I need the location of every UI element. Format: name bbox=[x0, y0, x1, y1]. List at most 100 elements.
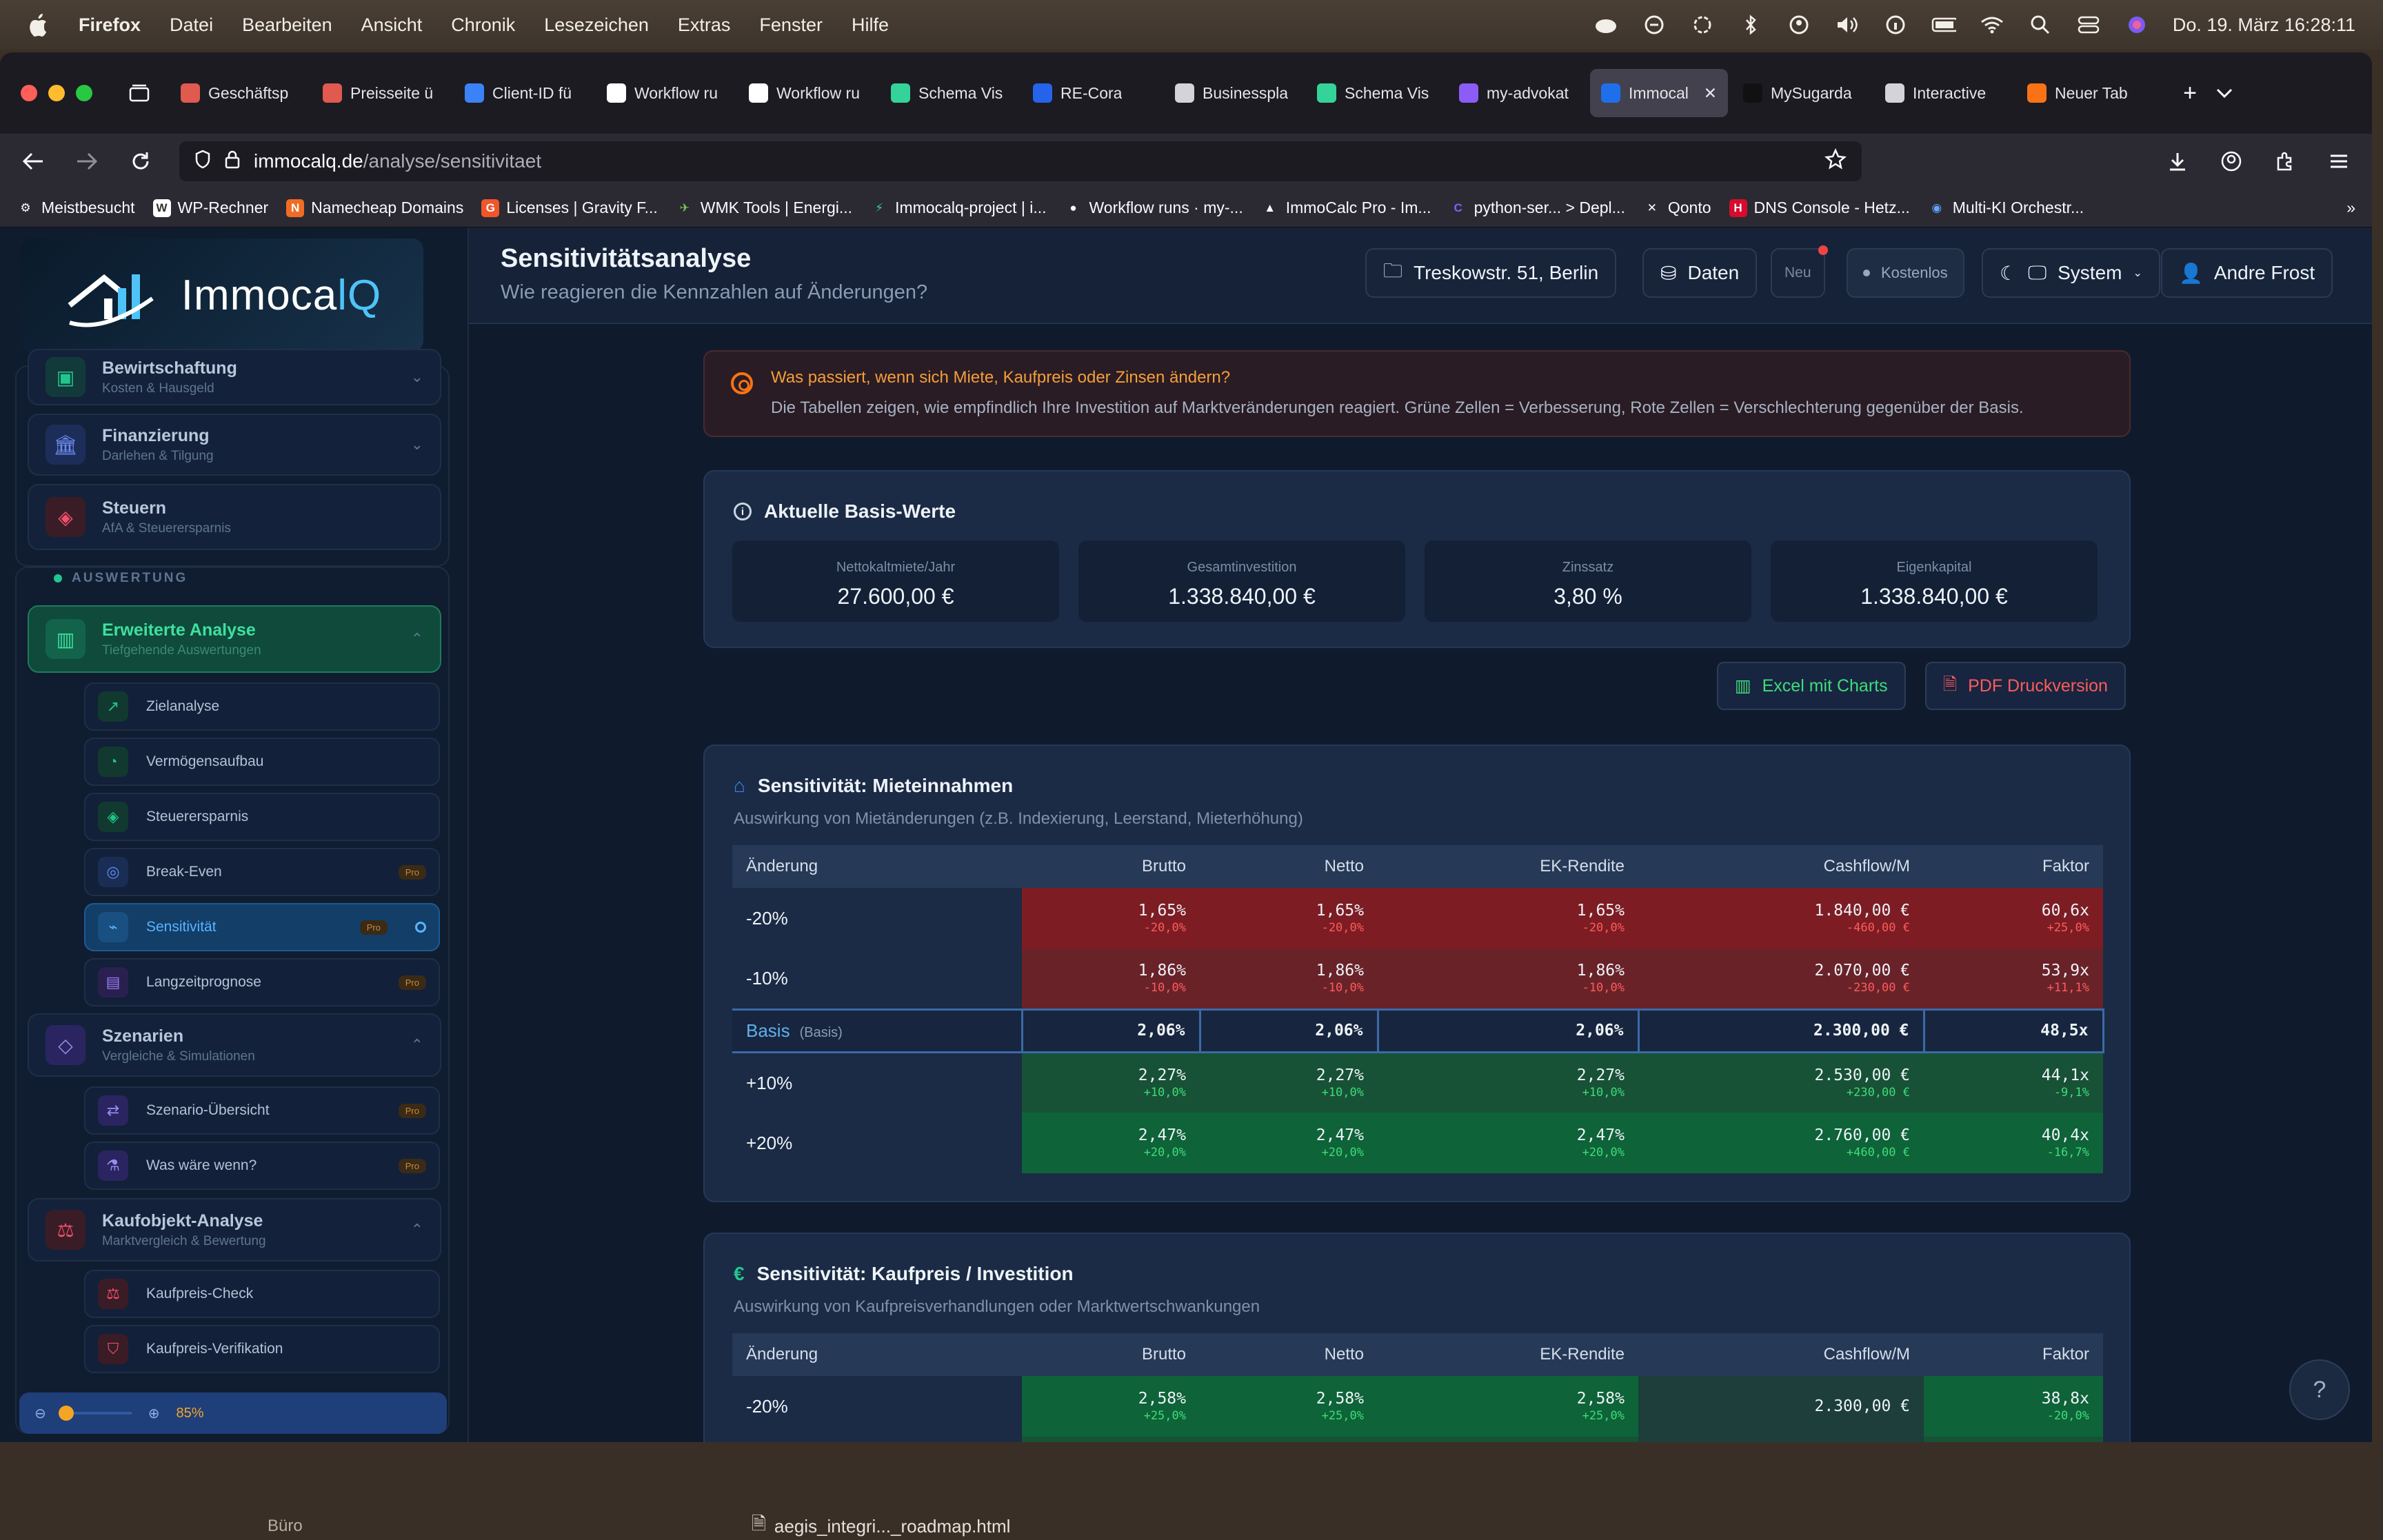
browser-tab[interactable]: Schema Vis bbox=[880, 69, 1018, 117]
hamburger-menu-icon[interactable] bbox=[2324, 146, 2354, 176]
theme-selector-button[interactable]: ☾ 🖵 System ⌄ bbox=[1982, 248, 2160, 298]
sidebar-sub-langzeitprognose[interactable]: ▤ Langzeitprognose Pro bbox=[84, 958, 440, 1006]
extensions-icon[interactable] bbox=[2270, 146, 2300, 176]
browser-tab[interactable]: Immocal ✕ bbox=[1590, 69, 1728, 117]
vpn-icon[interactable] bbox=[1642, 14, 1667, 36]
sidebar-item-kaufobjekt-analyse[interactable]: ⚖ Kaufobjekt-Analyse Marktvergleich & Bew… bbox=[28, 1198, 441, 1262]
back-arrow-icon[interactable] bbox=[18, 146, 48, 176]
reload-icon[interactable] bbox=[125, 146, 156, 176]
cloud-icon[interactable] bbox=[1593, 14, 1618, 36]
daten-button[interactable]: ⛁ Daten bbox=[1642, 248, 1758, 298]
plan-badge[interactable]: Kostenlos bbox=[1847, 248, 1964, 298]
openai-icon[interactable] bbox=[1690, 14, 1715, 36]
sidebar-item-szenarien[interactable]: ◇ Szenarien Vergleiche & Simulationen ⌃ bbox=[28, 1013, 441, 1077]
close-window-button[interactable] bbox=[21, 85, 37, 101]
wifi-icon[interactable] bbox=[1980, 14, 2004, 36]
bookmark-gravity[interactable]: G Licenses | Gravity F... bbox=[481, 199, 658, 217]
bookmark-wmk[interactable]: ✈ WMK Tools | Energi... bbox=[676, 199, 852, 217]
sidebar-sub-kaufpreis-verifikation[interactable]: ⛉ Kaufpreis-Verifikation bbox=[84, 1325, 440, 1373]
browser-tab[interactable]: Geschäftsp bbox=[170, 69, 308, 117]
bluetooth-icon[interactable] bbox=[1738, 14, 1763, 36]
control-center-icon[interactable] bbox=[2076, 14, 2101, 36]
zoom-slider[interactable] bbox=[58, 1406, 132, 1421]
close-tab-icon[interactable]: ✕ bbox=[1704, 84, 1717, 103]
url-bar[interactable]: immocalq.de/analyse/sensitivitaet bbox=[179, 141, 1862, 181]
new-tab-plus-icon[interactable]: + bbox=[2175, 78, 2205, 108]
zoom-window-button[interactable] bbox=[76, 85, 92, 101]
account-icon[interactable] bbox=[2216, 146, 2246, 176]
info-circle-icon[interactable] bbox=[1883, 14, 1908, 36]
browser-tab[interactable]: MySugarda bbox=[1732, 69, 1870, 117]
menu-fenster[interactable]: Fenster bbox=[759, 14, 823, 36]
sidebar-sub-break-even[interactable]: ◎ Break-Even Pro bbox=[84, 848, 440, 896]
sidebar-sub-zielanalyse[interactable]: ↗ Zielanalyse bbox=[84, 682, 440, 731]
tab-list-chevron-icon[interactable] bbox=[2209, 78, 2240, 108]
minimize-window-button[interactable] bbox=[48, 85, 65, 101]
dock-folder-label[interactable]: Büro bbox=[268, 1517, 303, 1536]
browser-tab[interactable]: Neuer Tab bbox=[2016, 69, 2154, 117]
shield-icon[interactable] bbox=[194, 150, 211, 174]
menu-ansicht[interactable]: Ansicht bbox=[361, 14, 423, 36]
browser-tab[interactable]: RE-Cora bbox=[1022, 69, 1160, 117]
neu-button[interactable]: Neu bbox=[1771, 245, 1828, 298]
menubar-clock[interactable]: Do. 19. März 16:28:11 bbox=[2173, 14, 2355, 36]
bookmark-meistbesucht[interactable]: ⚙ Meistbesucht bbox=[17, 199, 134, 217]
sidebar-sub-sensitivitaet[interactable]: ⌁ Sensitivität Pro bbox=[84, 903, 440, 951]
browser-tab[interactable]: Schema Vis bbox=[1306, 69, 1444, 117]
siri-icon[interactable] bbox=[2124, 14, 2149, 36]
sidebar-item-finanzierung[interactable]: 🏛 Finanzierung Darlehen & Tilgung ⌄ bbox=[28, 414, 441, 476]
downloads-icon[interactable] bbox=[2162, 146, 2193, 176]
menu-app-name[interactable]: Firefox bbox=[79, 14, 141, 36]
bookmark-multi-ki[interactable]: ◉ Multi-KI Orchestr... bbox=[1928, 199, 2084, 217]
sidebar-item-erweiterte-analyse[interactable]: ▥ Erweiterte Analyse Tiefgehende Auswertu… bbox=[28, 605, 441, 673]
sidebar-item-steuern[interactable]: ◈ Steuern AfA & Steuerersparnis bbox=[28, 484, 441, 550]
menu-datei[interactable]: Datei bbox=[170, 14, 213, 36]
property-selector-button[interactable]: 🗀 Treskowstr. 51, Berlin bbox=[1365, 248, 1617, 298]
dock-file-item[interactable]: 🗎 aegis_integri..._roadmap.html bbox=[752, 1511, 1010, 1540]
menu-lesezeichen[interactable]: Lesezeichen bbox=[544, 14, 649, 36]
section-auswertung[interactable]: AUSWERTUNG bbox=[54, 571, 188, 586]
bookmark-qonto[interactable]: ✕ Qonto bbox=[1643, 199, 1711, 217]
browser-tab[interactable]: Workflow ru bbox=[596, 69, 734, 117]
bookmark-immocalq-project[interactable]: ⚡ Immocalq-project | i... bbox=[870, 199, 1046, 217]
browser-tab[interactable]: my-advokat bbox=[1448, 69, 1586, 117]
browser-tab[interactable]: Client-ID fü bbox=[454, 69, 592, 117]
bookmark-dns-console[interactable]: H DNS Console - Hetz... bbox=[1729, 199, 1910, 217]
tab-overview-icon[interactable] bbox=[124, 78, 154, 108]
spotlight-search-icon[interactable] bbox=[2028, 14, 2053, 36]
user-circle-icon[interactable] bbox=[1787, 14, 1811, 36]
bookmark-star-icon[interactable] bbox=[1824, 148, 1847, 175]
zoom-slider-handle[interactable] bbox=[58, 1406, 74, 1421]
volume-icon[interactable] bbox=[1835, 14, 1860, 36]
apple-icon[interactable] bbox=[28, 11, 51, 39]
logo[interactable]: ImmocalQ bbox=[21, 239, 423, 352]
bookmark-immocalc-pro[interactable]: ▲ ImmoCalc Pro - Im... bbox=[1261, 199, 1431, 217]
bookmark-python-server[interactable]: Cpython-ser... > Depl... bbox=[1449, 199, 1625, 217]
menu-extras[interactable]: Extras bbox=[678, 14, 731, 36]
menu-bearbeiten[interactable]: Bearbeiten bbox=[242, 14, 332, 36]
sidebar-sub-szenario-uebersicht[interactable]: ⇄ Szenario-Übersicht Pro bbox=[84, 1086, 440, 1135]
browser-tab[interactable]: Interactive bbox=[1874, 69, 2012, 117]
bookmark-workflow-runs[interactable]: ● Workflow runs · my-... bbox=[1065, 199, 1243, 217]
menu-chronik[interactable]: Chronik bbox=[451, 14, 515, 36]
sidebar-item-bewirtschaftung[interactable]: ▣ Bewirtschaftung Kosten & Hausgeld ⌄ bbox=[28, 349, 441, 405]
pdf-export-button[interactable]: 🗎 PDF Druckversion bbox=[1925, 662, 2126, 710]
forward-arrow-icon[interactable] bbox=[72, 146, 102, 176]
user-menu-button[interactable]: 👤 Andre Frost bbox=[2161, 248, 2333, 298]
zoom-in-icon[interactable]: ⊕ bbox=[148, 1405, 160, 1422]
menu-hilfe[interactable]: Hilfe bbox=[852, 14, 889, 36]
browser-tab[interactable]: Preisseite ü bbox=[312, 69, 450, 117]
lock-icon[interactable] bbox=[225, 150, 240, 174]
excel-export-button[interactable]: ▥ Excel mit Charts bbox=[1717, 662, 1906, 710]
sidebar-sub-vermoegensaufbau[interactable]: ◔ Vermögensaufbau bbox=[84, 738, 440, 786]
zoom-out-icon[interactable]: ⊖ bbox=[34, 1405, 46, 1422]
sidebar-sub-kaufpreis-check[interactable]: ⚖ Kaufpreis-Check bbox=[84, 1270, 440, 1318]
browser-tab[interactable]: Businesspla bbox=[1164, 69, 1302, 117]
browser-tab[interactable]: Workflow ru bbox=[738, 69, 876, 117]
sidebar-sub-was-waere-wenn[interactable]: ⚗ Was wäre wenn? Pro bbox=[84, 1142, 440, 1190]
bookmark-namecheap[interactable]: N Namecheap Domains bbox=[286, 199, 463, 217]
sidebar-sub-steuerersparnis[interactable]: ◈ Steuerersparnis bbox=[84, 793, 440, 841]
more-bookmarks-chevron-icon[interactable]: » bbox=[2346, 199, 2355, 217]
help-button[interactable]: ? bbox=[2289, 1359, 2350, 1420]
bookmark-wp-rechner[interactable]: W WP-Rechner bbox=[152, 199, 268, 217]
